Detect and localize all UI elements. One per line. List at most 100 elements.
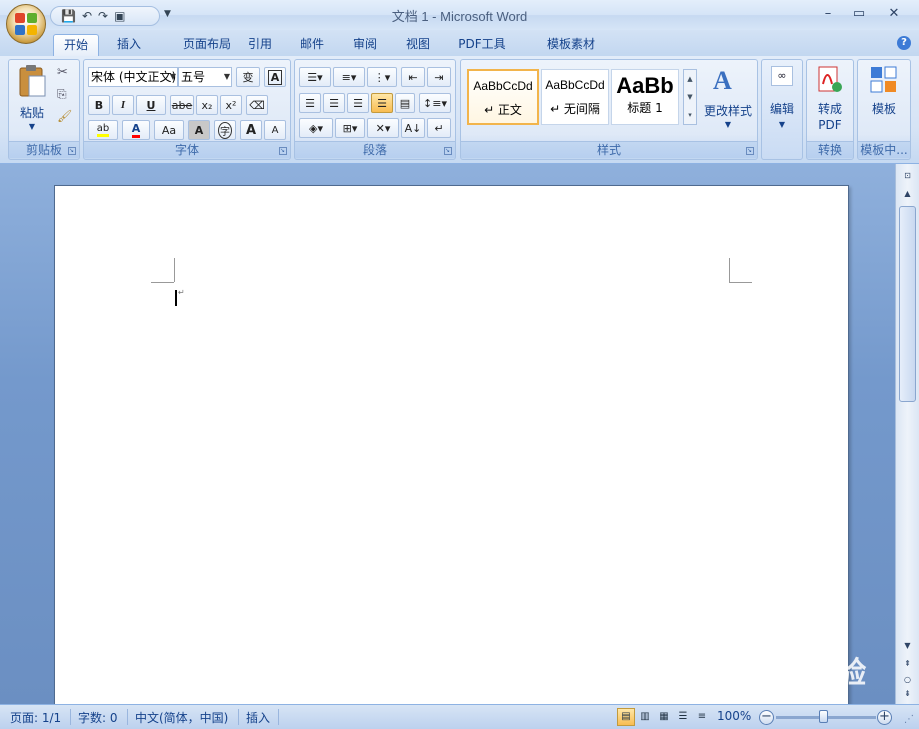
char-shading-button[interactable]: A (188, 120, 210, 140)
scrollbar-thumb[interactable] (899, 206, 916, 402)
bold-button[interactable]: B (88, 95, 110, 115)
chevron-down-icon: ▼ (169, 72, 176, 81)
clear-formatting-button[interactable]: ⌫ (246, 95, 268, 115)
styles-launcher-icon[interactable]: ↘ (746, 147, 754, 155)
language-indicator[interactable]: 中文(简体，中国) (135, 709, 228, 726)
borders-button[interactable]: ⊞▾ (335, 118, 365, 138)
web-layout-icon[interactable]: ▦ (655, 708, 673, 726)
outline-view-icon[interactable]: ☰ (674, 708, 692, 726)
style-heading-1[interactable]: AaBb 标题 1 (611, 69, 679, 125)
change-styles-button[interactable]: A 更改样式 ▼ (701, 64, 755, 138)
line-spacing-button[interactable]: ↕≡▾ (419, 93, 451, 113)
close-button[interactable]: ✕ (881, 4, 907, 24)
office-button[interactable] (6, 4, 46, 44)
convert-group: 转成 PDF 转换 (806, 59, 854, 160)
maximize-button[interactable]: ▭ (846, 4, 872, 24)
paragraph-mark-icon: ↵ (434, 121, 444, 135)
template-icon (870, 66, 897, 93)
tab-pdf-tools[interactable]: PDF工具 (451, 34, 513, 56)
template-button[interactable]: 模板 (858, 62, 910, 140)
subscript-button[interactable]: x₂ (196, 95, 218, 115)
align-left-button[interactable]: ☰ (299, 93, 321, 113)
font-name-combo[interactable]: 宋体 (中文正文) ▼ (88, 67, 178, 87)
cut-icon[interactable]: ✂ (57, 65, 68, 80)
editing-group: ∞ 编辑 ▼ (761, 59, 803, 160)
highlight-button[interactable]: ab (88, 120, 118, 140)
align-left-icon: ☰ (305, 96, 315, 110)
change-case-button[interactable]: Aa (154, 120, 184, 140)
tab-template-materials[interactable]: 模板素材 (526, 34, 616, 56)
full-screen-reading-icon[interactable]: ▥ (636, 708, 654, 726)
show-marks-button[interactable]: ↵ (427, 118, 451, 138)
document-page[interactable]: ↵ (54, 185, 849, 704)
enclose-chars-button[interactable]: 字 (214, 120, 236, 140)
decrease-indent-icon: ⇤ (408, 70, 418, 84)
ruler-toggle-icon[interactable]: ⊡ (898, 168, 917, 184)
numbering-button[interactable]: ≡▾ (333, 67, 365, 87)
gallery-scroll[interactable]: ▲ ▼ ▾ (683, 69, 697, 125)
scroll-up-icon[interactable]: ▲ (684, 70, 696, 88)
margin-mark-top-right-h (729, 282, 752, 283)
status-separator (127, 709, 128, 725)
paragraph-launcher-icon[interactable]: ↘ (444, 147, 452, 155)
phonetic-guide-button[interactable]: 变 (236, 67, 260, 87)
strikethrough-button[interactable]: abe (170, 95, 194, 115)
scroll-down-icon[interactable]: ▼ (898, 638, 917, 654)
tab-page-layout[interactable]: 页面布局 (162, 34, 252, 56)
zoom-level[interactable]: 100% (717, 709, 751, 723)
tab-home[interactable]: 开始 (53, 34, 99, 56)
print-layout-view-icon[interactable]: ▤ (617, 708, 635, 726)
previous-page-icon[interactable]: ⇞ (898, 656, 917, 672)
italic-button[interactable]: I (112, 95, 134, 115)
sort-button[interactable]: A↓ (401, 118, 425, 138)
font-size-combo[interactable]: 五号 ▼ (178, 67, 232, 87)
align-center-button[interactable]: ☰ (323, 93, 345, 113)
char-border-button[interactable]: A (264, 67, 286, 87)
chinese-layout-button[interactable]: ✕▾ (367, 118, 399, 138)
insert-mode[interactable]: 插入 (246, 709, 270, 726)
justify-button[interactable]: ☰ (371, 93, 393, 113)
zoom-in-button[interactable]: + (877, 710, 892, 725)
zoom-out-button[interactable]: − (759, 710, 774, 725)
align-right-button[interactable]: ☰ (347, 93, 369, 113)
help-icon[interactable]: ? (897, 36, 911, 50)
editing-button[interactable]: ∞ 编辑 ▼ (762, 62, 802, 157)
scroll-up-icon[interactable]: ▲ (898, 186, 917, 202)
scroll-down-icon[interactable]: ▼ (684, 88, 696, 106)
multilevel-list-button[interactable]: ⋮▾ (367, 67, 397, 87)
format-painter-icon[interactable]: 🖌 (57, 109, 72, 123)
bullets-button[interactable]: ☰▾ (299, 67, 331, 87)
convert-pdf-button[interactable]: 转成 PDF (807, 62, 853, 140)
font-launcher-icon[interactable]: ↘ (279, 147, 287, 155)
copy-icon[interactable]: ⎘ (57, 87, 67, 102)
shading-button[interactable]: ◈▾ (299, 118, 333, 138)
clipboard-launcher-icon[interactable]: ↘ (68, 147, 76, 155)
underline-button[interactable]: U (136, 95, 166, 115)
word-count[interactable]: 字数: 0 (78, 709, 118, 726)
gallery-more-icon[interactable]: ▾ (684, 106, 696, 124)
page-count[interactable]: 页面: 1/1 (10, 709, 61, 726)
vertical-scrollbar[interactable]: ⊡ ▲ ▼ ⇞ ○ ⇟ (895, 164, 919, 704)
tab-view[interactable]: 视图 (398, 34, 438, 56)
resize-grip-icon[interactable]: ⋰ (904, 714, 914, 725)
distributed-button[interactable]: ▤ (395, 93, 415, 113)
paste-dropdown-icon: ▼ (28, 122, 36, 131)
superscript-button[interactable]: x² (220, 95, 242, 115)
increase-indent-button[interactable]: ⇥ (427, 67, 451, 87)
tab-mailings[interactable]: 邮件 (292, 34, 332, 56)
tab-insert[interactable]: 插入 (108, 34, 150, 56)
next-page-icon[interactable]: ⇟ (898, 686, 917, 702)
draft-view-icon[interactable]: ≡ (693, 708, 711, 726)
minimize-button[interactable]: – (815, 4, 841, 24)
tab-references[interactable]: 引用 (240, 34, 280, 56)
paste-button[interactable]: 粘贴 ▼ (13, 64, 51, 138)
tab-review[interactable]: 审阅 (345, 34, 385, 56)
font-color-button[interactable]: A (122, 120, 150, 140)
style-normal[interactable]: AaBbCcDd ↵ 正文 (467, 69, 539, 125)
shrink-font-button[interactable]: A (264, 120, 286, 140)
font-color-icon: A (131, 122, 141, 138)
decrease-indent-button[interactable]: ⇤ (401, 67, 425, 87)
style-no-spacing[interactable]: AaBbCcDd ↵ 无间隔 (541, 69, 609, 125)
zoom-slider-thumb[interactable] (819, 710, 828, 723)
grow-font-button[interactable]: A (240, 120, 262, 140)
